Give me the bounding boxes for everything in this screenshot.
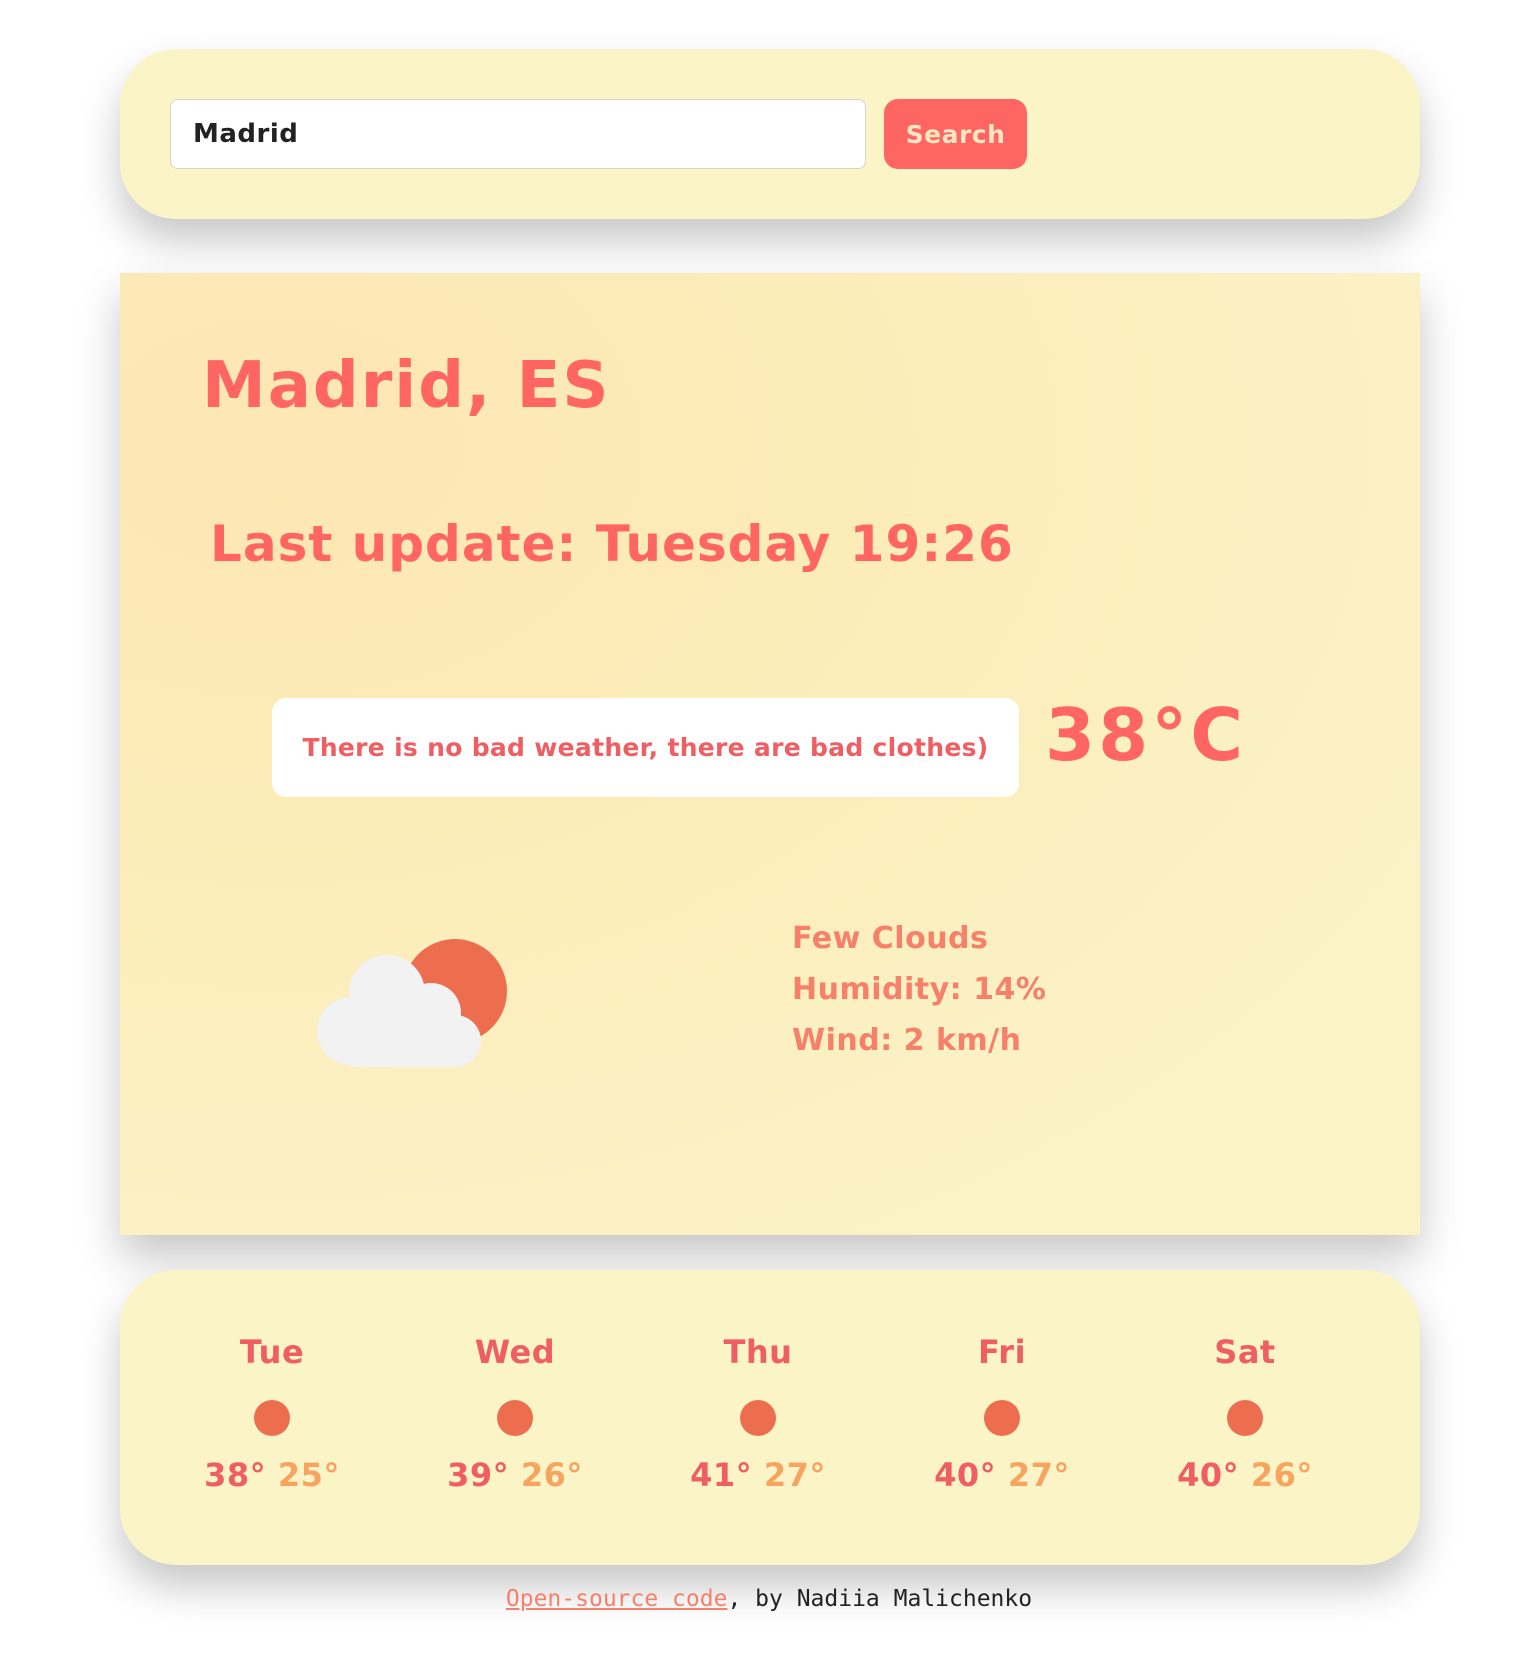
forecast-max-temp: 40°: [1177, 1456, 1240, 1494]
sun-icon: [740, 1400, 776, 1436]
forecast-day-name: Fri: [977, 1333, 1027, 1371]
current-temperature: 38°C: [1045, 693, 1247, 777]
forecast-day: Tue 38° 25°: [150, 1270, 394, 1565]
forecast-min-temp: 27°: [1007, 1456, 1070, 1494]
forecast-min-temp: 25°: [277, 1456, 340, 1494]
forecast-max-temp: 38°: [204, 1456, 267, 1494]
forecast-temps: 40° 27°: [880, 1456, 1124, 1494]
footer: Open-source code, by Nadiia Malichenko: [0, 1586, 1538, 1612]
few-clouds-icon: [317, 939, 507, 1067]
sun-icon: [1227, 1400, 1263, 1436]
city-title: Madrid, ES: [202, 349, 611, 423]
forecast-day-name: Wed: [474, 1333, 556, 1371]
current-weather-card: Madrid, ES Last update: Tuesday 19:26 Th…: [120, 273, 1420, 1235]
forecast-temps: 41° 27°: [636, 1456, 880, 1494]
footer-author: , by Nadiia Malichenko: [727, 1586, 1033, 1612]
forecast-day: Sat 40° 26°: [1123, 1270, 1367, 1565]
open-source-link[interactable]: Open-source code: [506, 1586, 728, 1612]
sun-icon: [984, 1400, 1020, 1436]
forecast-day: Fri 40° 27°: [880, 1270, 1124, 1565]
forecast-temps: 40° 26°: [1123, 1456, 1367, 1494]
forecast-min-temp: 26°: [520, 1456, 583, 1494]
sun-icon: [497, 1400, 533, 1436]
forecast-min-temp: 26°: [1250, 1456, 1313, 1494]
forecast-day-name: Sat: [1214, 1333, 1276, 1371]
quote-text: There is no bad weather, there are bad c…: [302, 733, 989, 762]
forecast-max-temp: 40°: [934, 1456, 997, 1494]
forecast-min-temp: 27°: [763, 1456, 826, 1494]
forecast-temps: 38° 25°: [150, 1456, 394, 1494]
weather-description: Few Clouds: [792, 921, 989, 956]
forecast-card: Tue 38° 25° Wed 39° 26° Thu 41° 27° Fri …: [120, 1270, 1420, 1565]
forecast-max-temp: 39°: [447, 1456, 510, 1494]
humidity: Humidity: 14%: [792, 972, 1047, 1007]
forecast-day-name: Thu: [723, 1333, 793, 1371]
forecast-day: Thu 41° 27°: [636, 1270, 880, 1565]
wind: Wind: 2 km/h: [792, 1023, 1022, 1058]
search-button[interactable]: Search: [884, 99, 1027, 169]
forecast-day: Wed 39° 26°: [393, 1270, 637, 1565]
forecast-day-name: Tue: [239, 1333, 305, 1371]
last-update: Last update: Tuesday 19:26: [210, 515, 1014, 573]
forecast-max-temp: 41°: [690, 1456, 753, 1494]
forecast-temps: 39° 26°: [393, 1456, 637, 1494]
city-search-input[interactable]: [170, 99, 866, 169]
weather-details: Few Clouds Humidity: 14% Wind: 2 km/h: [792, 913, 1046, 1066]
sun-icon: [254, 1400, 290, 1436]
quote-box: There is no bad weather, there are bad c…: [272, 698, 1019, 797]
search-card: Search: [120, 49, 1420, 219]
